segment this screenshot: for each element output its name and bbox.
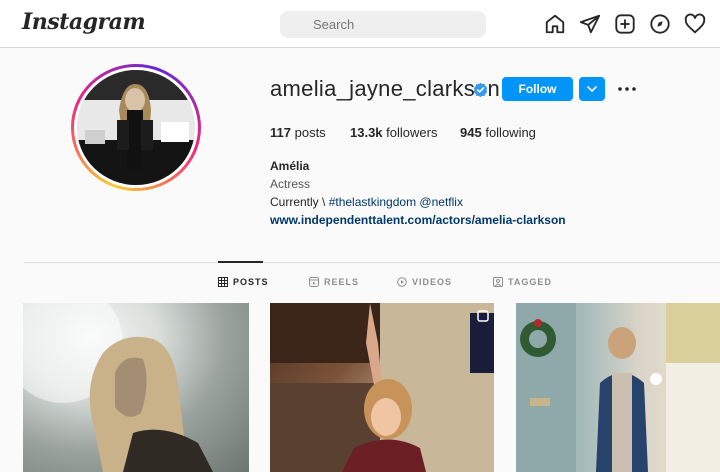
more-options-button[interactable] bbox=[616, 80, 638, 98]
bio-text: Currently \ #thelastkingdom @netflix bbox=[270, 195, 463, 209]
bio-prefix: Currently bbox=[270, 195, 323, 209]
tab-reels[interactable]: REELS bbox=[309, 277, 359, 287]
reels-icon bbox=[309, 277, 319, 287]
tab-videos-label: VIDEOS bbox=[412, 277, 453, 287]
followers-count: 13.3k bbox=[350, 125, 383, 140]
following-count: 945 bbox=[460, 125, 482, 140]
tab-tagged-label: TAGGED bbox=[508, 277, 552, 287]
post-thumbnail[interactable] bbox=[270, 303, 494, 472]
chevron-down-icon bbox=[587, 86, 597, 92]
tagged-icon bbox=[493, 277, 503, 287]
post-thumbnail[interactable] bbox=[516, 303, 720, 472]
verified-badge-icon bbox=[473, 82, 488, 97]
following-stat[interactable]: 945 following bbox=[460, 125, 536, 140]
active-tab-indicator bbox=[218, 261, 263, 263]
mention-link[interactable]: @netflix bbox=[416, 195, 463, 209]
followers-label: followers bbox=[386, 125, 438, 140]
bio-separator: \ bbox=[322, 195, 329, 209]
tab-reels-label: REELS bbox=[324, 277, 360, 287]
tab-posts[interactable]: POSTS bbox=[218, 277, 269, 287]
explore-icon[interactable] bbox=[649, 13, 671, 35]
profile-full-name: Amélia bbox=[270, 159, 310, 173]
direct-icon[interactable] bbox=[579, 13, 601, 35]
hashtag-link[interactable]: #thelastkingdom bbox=[329, 195, 416, 209]
profile-category: Actress bbox=[270, 177, 311, 191]
tab-videos[interactable]: VIDEOS bbox=[397, 277, 452, 287]
followers-stat[interactable]: 13.3k followers bbox=[350, 125, 437, 140]
instagram-logo[interactable]: Instagram bbox=[22, 9, 146, 35]
more-dots-icon bbox=[618, 87, 636, 91]
activity-icon[interactable] bbox=[684, 13, 706, 35]
new-post-icon[interactable] bbox=[614, 13, 636, 35]
posts-label: posts bbox=[294, 125, 326, 140]
follow-button[interactable]: Follow bbox=[502, 77, 573, 101]
profile-username: amelia_jayne_clarkson bbox=[270, 76, 501, 101]
avatar[interactable] bbox=[77, 70, 195, 185]
search-input[interactable] bbox=[280, 11, 486, 38]
avatar-border bbox=[74, 67, 198, 188]
home-icon[interactable] bbox=[544, 13, 566, 35]
post-thumbnail[interactable] bbox=[23, 303, 249, 472]
story-ring[interactable] bbox=[71, 64, 201, 191]
top-nav-bar: Instagram bbox=[0, 0, 720, 48]
suggested-accounts-button[interactable] bbox=[579, 77, 605, 101]
grid-icon bbox=[218, 277, 228, 287]
posts-count: 117 bbox=[270, 125, 291, 140]
tab-tagged[interactable]: TAGGED bbox=[493, 277, 552, 287]
tabs-divider bbox=[24, 262, 720, 263]
posts-stat: 117 posts bbox=[270, 125, 326, 140]
following-label: following bbox=[485, 125, 536, 140]
tab-posts-label: POSTS bbox=[233, 277, 269, 287]
bio-website-link[interactable]: www.independenttalent.com/actors/amelia-… bbox=[270, 213, 566, 227]
igtv-icon bbox=[397, 277, 407, 287]
nav-icons bbox=[544, 13, 706, 35]
